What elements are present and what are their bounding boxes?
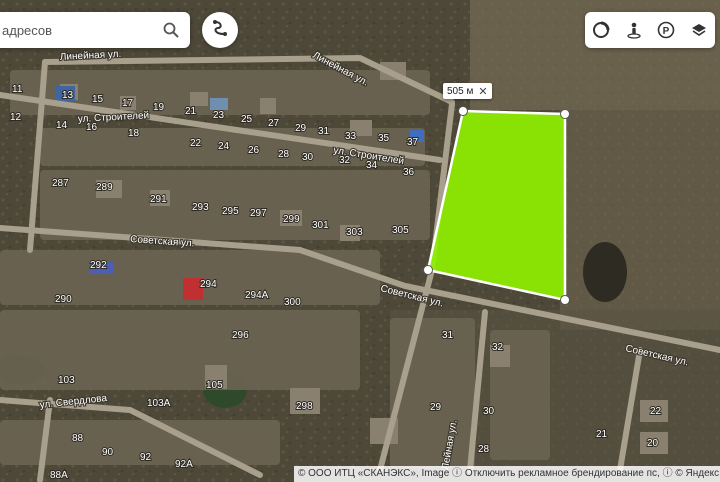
house-number: 88А [50,470,68,481]
house-number: 294 [200,279,217,290]
house-number: 88 [72,433,84,444]
house-number: 11 [12,84,23,95]
house-number: 16 [86,122,98,133]
house-number: 28 [478,444,490,455]
house-number: 25 [241,114,253,125]
satellite-map[interactable]: Линейная ул. Линейная ул. ул. Строителей… [0,0,720,482]
vertex-handle[interactable] [423,265,433,275]
field-area [560,110,720,330]
house-number: 296 [232,330,249,341]
house-number: 33 [345,131,357,142]
house-number: 37 [407,137,419,148]
map-toolbar: P [585,12,715,48]
house-number: 32 [492,342,504,353]
house-number: 21 [185,106,197,117]
disable-ads-text[interactable]: Отключить рекламное брендирование [465,468,644,479]
house-number: 299 [283,214,300,225]
distance-value: 505 м [447,85,474,97]
house-number: 22 [650,406,662,417]
house-number: 29 [430,402,442,413]
house-number: 292 [90,260,107,271]
house-number: 26 [248,145,260,156]
house-number: 103А [147,398,171,409]
house-number: 32 [339,155,351,166]
provider-copyright: © ООО ИТЦ «СКАНЭКС», Image [298,468,450,479]
house-number: 22 [190,138,202,149]
house-number: 24 [218,141,230,152]
house-number: 92 [140,452,152,463]
house-number: 21 [596,429,608,440]
house-number: 23 [213,110,225,121]
house-number: 297 [250,208,267,219]
house-number: 27 [268,118,280,129]
house-number: 295 [222,206,239,217]
house-number: 293 [192,202,209,213]
close-icon[interactable]: ✕ [478,85,487,98]
parking-icon[interactable]: P [653,17,679,43]
house-number: 20 [647,438,659,449]
search-box[interactable]: адресов [0,12,190,48]
house-number: 289 [96,182,113,193]
house-number: 29 [295,123,307,134]
house-number: 35 [378,133,390,144]
house-number: 15 [92,94,104,105]
distance-label: 505 м ✕ [443,83,492,99]
house-number: 34 [366,160,378,171]
panorama-person-icon[interactable] [621,17,647,43]
vertex-handle[interactable] [458,106,468,116]
house-number: 103 [58,375,75,386]
house-number: 92А [175,459,193,470]
search-icon[interactable] [160,19,182,41]
house-number: 14 [56,120,68,131]
yandex-terms-link[interactable]: © Яндекс Условия и [675,468,720,479]
vertex-handle[interactable] [560,109,570,119]
copyright-bar: © ООО ИТЦ «СКАНЭКС», Image ⓘ Отключить р… [294,466,720,482]
search-input[interactable]: адресов [2,23,160,38]
house-number: 30 [483,406,495,417]
route-button[interactable] [202,12,238,48]
house-number: 28 [278,149,290,160]
parking-letter: P [663,26,670,37]
house-number: 287 [52,178,69,189]
house-number: 300 [284,297,301,308]
house-number: 18 [128,128,140,139]
info-icon[interactable]: ⓘ [663,468,676,479]
house-number: 291 [150,194,167,205]
house-number: 36 [403,167,415,178]
house-number: 105 [206,380,223,391]
house-number: 294А [245,290,269,301]
house-number: 12 [10,112,22,123]
traffic-icon[interactable] [588,17,614,43]
house-number: 19 [153,102,165,113]
house-number: 31 [442,330,454,341]
house-number: 31 [318,126,330,137]
route-icon [210,18,230,42]
house-number: 30 [302,152,314,163]
vertex-handle[interactable] [560,295,570,305]
disable-ads-link[interactable]: ⓘ Отключить рекламное брендирование [452,468,644,479]
house-number: 13 [62,90,74,101]
house-number: 305 [392,225,409,236]
ps-text: пс, [646,468,660,479]
pond [583,242,627,302]
house-number: 301 [312,220,329,231]
house-number: 303 [346,227,363,238]
house-number: 290 [55,294,72,305]
house-number: 90 [102,447,114,458]
house-number: 298 [296,401,313,412]
house-number: 17 [122,98,134,109]
layers-icon[interactable] [686,17,712,43]
